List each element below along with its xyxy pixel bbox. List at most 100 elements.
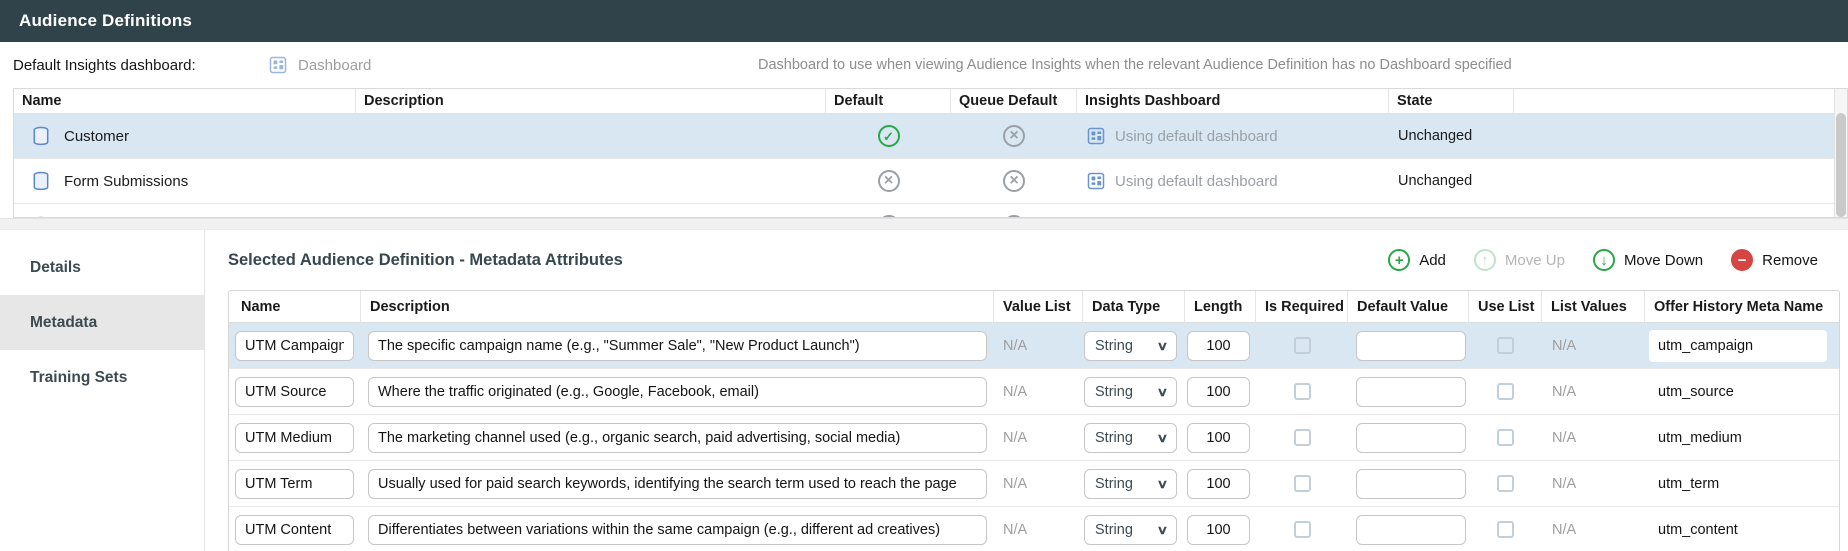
default-value-input[interactable] — [1356, 423, 1466, 453]
use-list-cell — [1469, 507, 1542, 551]
definition-name: Form Submissions — [64, 173, 188, 190]
data-type-select[interactable]: String ∨ — [1084, 331, 1177, 361]
length-cell — [1185, 323, 1256, 368]
data-type-cell: String ∨ — [1083, 415, 1185, 460]
offer-history-meta-name-input[interactable] — [1649, 422, 1827, 454]
default-dashboard-value[interactable]: Dashboard — [298, 57, 371, 74]
use-list-checkbox[interactable] — [1497, 521, 1514, 538]
queue-default-status-icon: × — [1003, 215, 1025, 218]
attribute-description-input[interactable] — [368, 331, 987, 361]
length-input[interactable] — [1187, 331, 1250, 361]
is-required-checkbox[interactable] — [1294, 337, 1311, 354]
attribute-row[interactable]: N/A String ∨ N/A — [229, 369, 1839, 415]
attribute-name-input[interactable] — [235, 469, 354, 499]
data-type-select[interactable]: String ∨ — [1084, 423, 1177, 453]
offer-history-meta-name-input[interactable] — [1649, 514, 1827, 546]
attribute-description-input[interactable] — [368, 515, 987, 545]
tab-details[interactable]: Details — [0, 240, 204, 295]
attribute-description-input[interactable] — [368, 377, 987, 407]
length-cell — [1185, 415, 1256, 460]
attribute-name-input[interactable] — [235, 377, 354, 407]
definitions-column-header-default: Default — [826, 89, 951, 114]
attribute-row[interactable]: N/A String ∨ N/A — [229, 323, 1839, 369]
attribute-description-cell — [361, 461, 994, 506]
add-button[interactable]: +Add — [1388, 249, 1446, 271]
length-input[interactable] — [1187, 469, 1250, 499]
vertical-scrollbar[interactable] — [1834, 89, 1847, 217]
use-list-checkbox[interactable] — [1497, 475, 1514, 492]
use-list-checkbox[interactable] — [1497, 429, 1514, 446]
attribute-description-cell — [361, 369, 994, 414]
default-status-icon: × — [878, 215, 900, 218]
attribute-row[interactable]: N/A String ∨ N/A — [229, 461, 1839, 507]
definition-row[interactable]: Customer ✓ × Using default dashboard Unc… — [14, 114, 1847, 159]
offer-history-cell — [1645, 461, 1839, 506]
scrollbar-thumb[interactable] — [1836, 113, 1846, 217]
definitions-table-body: Customer ✓ × Using default dashboard Unc… — [14, 114, 1847, 218]
default-value-cell — [1348, 461, 1469, 506]
attribute-row[interactable]: N/A String ∨ N/A — [229, 415, 1839, 461]
attribute-row[interactable]: N/A String ∨ N/A — [229, 507, 1839, 551]
move-down-button[interactable]: ↓Move Down — [1593, 249, 1703, 271]
definitions-column-header-description: Description — [356, 89, 826, 114]
default-value-input[interactable] — [1356, 515, 1466, 545]
definitions-column-header-queue-default: Queue Default — [951, 89, 1077, 114]
is-required-checkbox[interactable] — [1294, 521, 1311, 538]
data-type-value: String — [1095, 384, 1133, 400]
offer-history-meta-name-input[interactable] — [1649, 330, 1827, 362]
default-value-input[interactable] — [1356, 377, 1466, 407]
use-list-checkbox[interactable] — [1497, 337, 1514, 354]
attribute-name-cell — [229, 415, 361, 460]
is-required-checkbox[interactable] — [1294, 383, 1311, 400]
use-list-checkbox[interactable] — [1497, 383, 1514, 400]
attribute-name-input[interactable] — [235, 423, 354, 453]
length-input[interactable] — [1187, 423, 1250, 453]
default-dashboard-row: Default Insights dashboard: Dashboard Da… — [0, 42, 1848, 88]
data-type-select[interactable]: String ∨ — [1084, 377, 1177, 407]
tab-training-sets[interactable]: Training Sets — [0, 350, 204, 405]
dashboard-icon — [1086, 126, 1106, 146]
metadata-toolbar: Selected Audience Definition - Metadata … — [205, 230, 1848, 290]
offer-history-cell — [1645, 415, 1839, 460]
data-type-value: String — [1095, 338, 1133, 354]
definition-name-cell — [14, 204, 356, 218]
toolbar-buttons: +Add ↑Move Up ↓Move Down −Remove — [1360, 249, 1818, 271]
data-type-select[interactable]: String ∨ — [1084, 515, 1177, 545]
value-list-cell: N/A — [994, 461, 1083, 506]
length-input[interactable] — [1187, 377, 1250, 407]
remove-button[interactable]: −Remove — [1731, 249, 1818, 271]
list-values-cell: N/A — [1542, 461, 1645, 506]
definition-name-cell: Customer — [14, 114, 356, 158]
is-required-checkbox[interactable] — [1294, 475, 1311, 492]
attribute-description-input[interactable] — [368, 423, 987, 453]
use-list-cell — [1469, 323, 1542, 368]
length-input[interactable] — [1187, 515, 1250, 545]
definition-description-cell — [356, 159, 826, 203]
move-up-button[interactable]: ↑Move Up — [1474, 249, 1565, 271]
definition-insights-cell: Using default dashboard — [1077, 159, 1389, 203]
tab-metadata[interactable]: Metadata — [0, 295, 204, 350]
offer-history-meta-name-input[interactable] — [1649, 468, 1827, 500]
use-list-cell — [1469, 461, 1542, 506]
list-values-cell: N/A — [1542, 323, 1645, 368]
definition-queue-default-cell: × — [951, 159, 1077, 203]
default-status-icon: × — [878, 170, 900, 192]
attribute-name-input[interactable] — [235, 331, 354, 361]
attribute-description-input[interactable] — [368, 469, 987, 499]
definition-row[interactable]: Form Submissions × × Using default dashb… — [14, 159, 1847, 204]
is-required-checkbox[interactable] — [1294, 429, 1311, 446]
database-icon — [31, 171, 51, 191]
is-required-cell — [1256, 461, 1348, 506]
default-value-input[interactable] — [1356, 469, 1466, 499]
data-type-select[interactable]: String ∨ — [1084, 469, 1177, 499]
default-status-icon: ✓ — [878, 125, 900, 147]
section-title: Selected Audience Definition - Metadata … — [228, 251, 1360, 270]
chevron-down-icon: ∨ — [1157, 431, 1169, 445]
offer-history-meta-name-input[interactable] — [1649, 376, 1827, 408]
database-icon — [31, 126, 51, 146]
default-value-input[interactable] — [1356, 331, 1466, 361]
definition-row[interactable]: × × — [14, 204, 1847, 218]
attribute-name-input[interactable] — [235, 515, 354, 545]
dashboard-icon — [1086, 216, 1106, 218]
attributes-column-header-list-values: List Values — [1542, 291, 1645, 323]
